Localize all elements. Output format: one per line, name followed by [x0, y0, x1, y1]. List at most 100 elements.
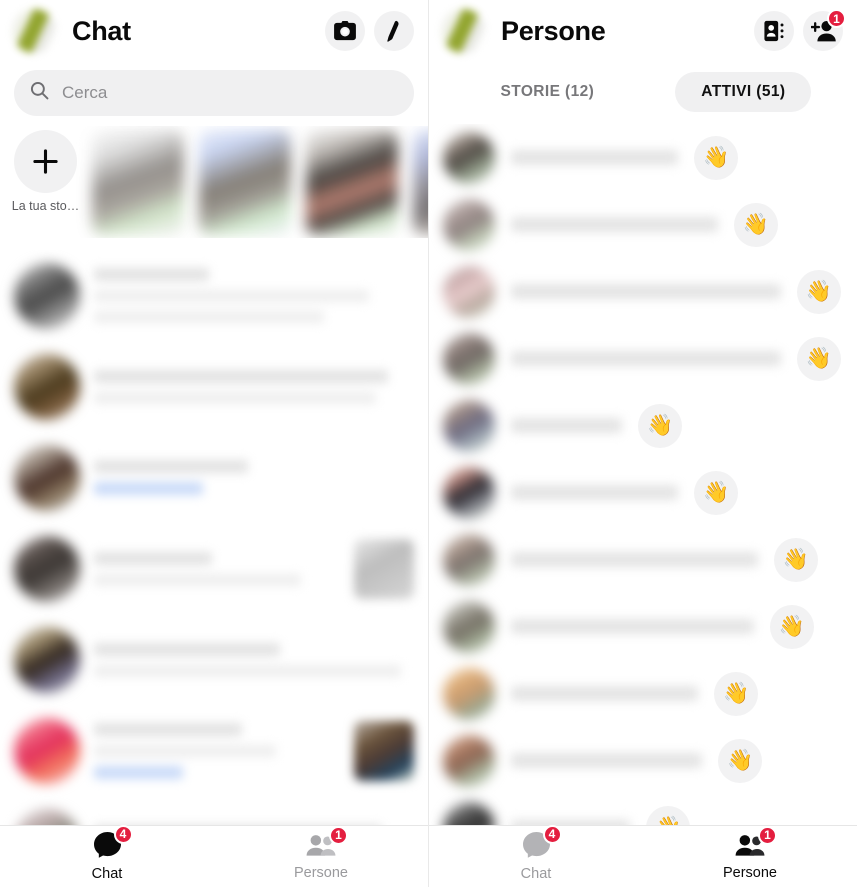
person-list-item[interactable]: 👋	[429, 258, 857, 325]
tab-storie[interactable]: STORIE (12)	[475, 72, 621, 112]
wave-hand-button[interactable]: 👋	[769, 604, 814, 649]
add-person-button[interactable]: 1	[803, 9, 846, 51]
search-icon	[30, 81, 49, 105]
avatar	[14, 717, 80, 784]
wave-hand-button[interactable]: 👋	[694, 135, 739, 180]
avatar	[443, 332, 495, 385]
message-thumbnail	[354, 720, 414, 781]
nav-chat[interactable]: 4 Chat	[429, 824, 643, 887]
people-icon: 1	[735, 825, 777, 862]
avatar	[443, 265, 495, 318]
person-list-item[interactable]: 👋	[429, 727, 857, 794]
chat-list[interactable]	[0, 250, 428, 825]
nav-label: Persone	[722, 864, 777, 881]
chat-header: Chat	[0, 0, 428, 62]
camera-button[interactable]	[325, 11, 365, 51]
story-thumb[interactable]	[306, 130, 398, 235]
person-name-redacted	[511, 619, 754, 634]
person-list-item[interactable]: 👋	[429, 593, 857, 660]
avatar	[14, 353, 80, 420]
search-container: Cerca	[0, 62, 428, 126]
wave-hand-button[interactable]: 👋	[718, 738, 763, 783]
chat-list-item[interactable]	[0, 341, 428, 432]
avatar	[443, 131, 495, 184]
person-list-item[interactable]: 👋	[429, 526, 857, 593]
header-actions	[325, 11, 414, 51]
panel-persone: Persone 1 STORIE (12) ATTIVI (51) 👋 👋 👋 …	[428, 0, 857, 887]
wave-hand-button[interactable]: 👋	[773, 537, 818, 582]
tab-attivi[interactable]: ATTIVI (51)	[675, 72, 812, 112]
contacts-button[interactable]	[754, 11, 794, 51]
wave-hand-button[interactable]: 👋	[714, 671, 759, 716]
chat-list-item[interactable]	[0, 523, 428, 614]
contacts-book-icon	[763, 20, 785, 42]
chat-list-item[interactable]	[0, 614, 428, 705]
people-list[interactable]: 👋 👋 👋 👋 👋 👋 👋 👋 👋 👋	[429, 124, 857, 825]
story-thumb[interactable]	[199, 130, 291, 235]
person-name-redacted	[511, 753, 703, 768]
person-list-item[interactable]: 👋	[429, 459, 857, 526]
avatar[interactable]	[12, 9, 56, 53]
person-name-redacted	[511, 686, 699, 701]
story-thumb[interactable]	[92, 130, 184, 235]
chat-preview-redacted	[94, 722, 340, 779]
avatar	[443, 734, 495, 787]
person-list-item[interactable]: 👋	[429, 794, 857, 825]
avatar	[14, 262, 80, 329]
avatar[interactable]	[441, 9, 485, 53]
nav-label: Persone	[293, 864, 348, 881]
panel-chat: Chat Cerca La tua sto… 4 Chat 1 Persone	[0, 0, 428, 887]
wave-hand-button[interactable]: 👋	[797, 269, 841, 314]
chat-bubble-icon: 4	[522, 824, 562, 863]
nav-label: Chat	[91, 865, 123, 882]
your-story-label: La tua sto…	[11, 199, 80, 213]
person-name-redacted	[511, 284, 781, 299]
person-name-redacted	[511, 217, 718, 232]
message-thumbnail	[354, 538, 414, 599]
wave-hand-button[interactable]: 👋	[733, 202, 778, 247]
person-list-item[interactable]: 👋	[429, 124, 857, 191]
bottom-navigation: 4 Chat 1 Persone	[0, 824, 428, 887]
story-thumb[interactable]	[413, 130, 428, 235]
person-name-redacted	[511, 552, 758, 567]
chat-list-item[interactable]	[0, 705, 428, 796]
your-story-button[interactable]: La tua sto…	[11, 130, 80, 213]
wave-hand-button[interactable]: 👋	[694, 470, 739, 515]
search-input[interactable]: Cerca	[14, 70, 414, 116]
nav-persone[interactable]: 1 Persone	[643, 825, 857, 887]
person-list-item[interactable]: 👋	[429, 392, 857, 459]
avatar	[14, 444, 80, 511]
wave-hand-button[interactable]: 👋	[646, 805, 691, 825]
badge-count: 4	[113, 824, 133, 844]
person-name-redacted	[511, 418, 623, 433]
compose-button[interactable]	[374, 11, 414, 51]
avatar	[443, 667, 495, 720]
avatar	[14, 626, 80, 693]
chat-preview-redacted	[94, 268, 414, 323]
wave-hand-button[interactable]: 👋	[797, 336, 841, 381]
dual-screenshot-composite: Chat Cerca La tua sto… 4 Chat 1 Persone …	[0, 0, 857, 887]
chat-preview-redacted	[94, 460, 414, 495]
nav-persone[interactable]: 1 Persone	[214, 825, 428, 887]
header-actions: 1	[754, 9, 846, 51]
person-list-item[interactable]: 👋	[429, 191, 857, 258]
avatar	[443, 399, 495, 452]
person-list-item[interactable]: 👋	[429, 660, 857, 727]
chat-list-item[interactable]	[0, 250, 428, 341]
compose-pencil-icon	[384, 20, 404, 42]
person-name-redacted	[511, 351, 781, 366]
avatar	[443, 198, 495, 251]
avatar	[443, 466, 495, 519]
person-list-item[interactable]: 👋	[429, 325, 857, 392]
chat-list-item[interactable]	[0, 432, 428, 523]
stories-row: La tua sto…	[0, 126, 428, 238]
chat-list-item[interactable]	[0, 796, 428, 825]
chat-bubble-icon: 4	[93, 824, 133, 863]
avatar	[14, 808, 80, 825]
persone-header: Persone 1	[429, 0, 857, 62]
plus-icon	[14, 130, 77, 193]
nav-chat[interactable]: 4 Chat	[0, 824, 214, 887]
page-title: Persone	[501, 15, 606, 46]
chat-preview-redacted	[94, 551, 340, 586]
wave-hand-button[interactable]: 👋	[638, 403, 683, 448]
